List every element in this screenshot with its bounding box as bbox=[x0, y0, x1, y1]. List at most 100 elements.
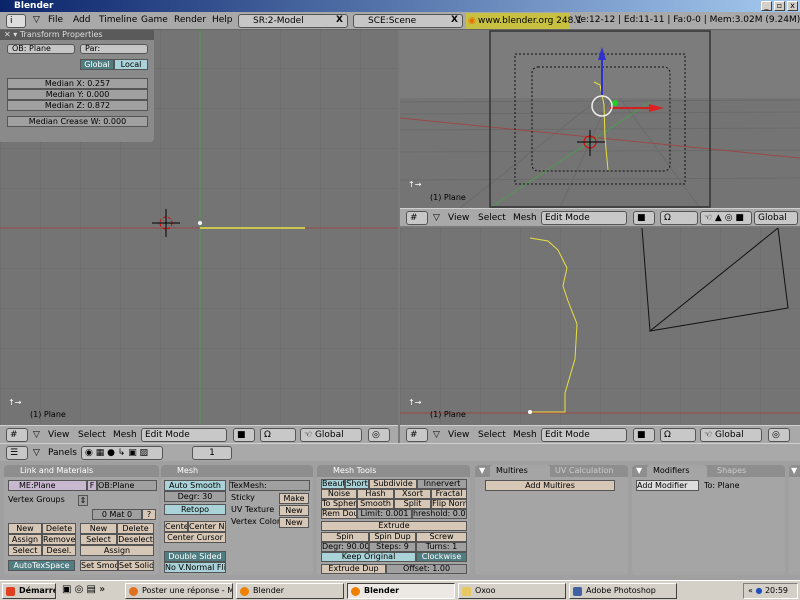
material-assign-button[interactable]: Assign bbox=[80, 545, 154, 556]
editor-type-icon[interactable]: # bbox=[6, 428, 28, 442]
panel-title[interactable]: Mesh bbox=[161, 465, 313, 477]
draw-type-icon[interactable]: ■ bbox=[233, 428, 255, 442]
vgroup-delete-button[interactable]: Delete bbox=[42, 523, 76, 534]
clockwise-toggle[interactable]: Clockwise bbox=[416, 552, 467, 562]
xsort-button[interactable]: Xsort bbox=[394, 489, 431, 499]
mode-select[interactable]: Edit Mode bbox=[541, 211, 627, 225]
material-index-field[interactable]: 0 Mat 0 bbox=[92, 509, 142, 520]
add-multires-button[interactable]: Add Multires bbox=[485, 480, 615, 491]
collapse-icon[interactable]: ▽ bbox=[433, 430, 440, 440]
close-icon[interactable]: ✕ ▾ bbox=[4, 30, 20, 39]
beauty-toggle[interactable]: Beauty bbox=[321, 479, 345, 489]
vertex-color-new-button[interactable]: New bbox=[279, 517, 309, 528]
median-x-field[interactable]: Median X: 0.257 bbox=[7, 78, 148, 89]
autotexspace-toggle[interactable]: AutoTexSpace bbox=[8, 560, 75, 571]
frame-field[interactable]: 1 bbox=[192, 446, 232, 460]
extrude-dup-button[interactable]: Extrude Dup bbox=[321, 564, 386, 574]
spin-dup-button[interactable]: Spin Dup bbox=[369, 532, 416, 542]
fractal-button[interactable]: Fractal bbox=[431, 489, 467, 499]
menu-mesh[interactable]: Mesh bbox=[513, 430, 537, 440]
vgroup-remove-button[interactable]: Remove bbox=[42, 534, 76, 545]
menu-help[interactable]: Help bbox=[212, 15, 233, 25]
menu-view[interactable]: View bbox=[48, 430, 69, 440]
tab-multires[interactable]: Multires bbox=[490, 465, 550, 477]
collapse-icon[interactable]: ▽ bbox=[33, 430, 40, 440]
close-button[interactable]: x bbox=[787, 1, 798, 11]
menu-view[interactable]: View bbox=[448, 213, 469, 223]
mode-select[interactable]: Edit Mode bbox=[141, 428, 227, 442]
tab-shapes[interactable]: Shapes bbox=[717, 465, 746, 477]
material-delete-button[interactable]: Delete bbox=[117, 523, 154, 534]
editor-type-icon[interactable]: # bbox=[406, 428, 428, 442]
set-smooth-button[interactable]: Set Smoot bbox=[80, 560, 118, 571]
collapse-icon[interactable]: ▼ bbox=[636, 465, 642, 477]
panels-label[interactable]: Panels bbox=[48, 448, 77, 458]
median-z-field[interactable]: Median Z: 0.872 bbox=[7, 100, 148, 111]
collapse-icon[interactable]: ▽ bbox=[33, 448, 40, 458]
material-deselect-button[interactable]: Deselect bbox=[117, 534, 154, 545]
collapse-icon[interactable]: ▽ bbox=[433, 213, 440, 223]
offset-field[interactable]: Offset: 1.00 bbox=[386, 564, 467, 574]
menu-add[interactable]: Add bbox=[73, 15, 90, 25]
tab-uv-calculation[interactable]: UV Calculation bbox=[555, 465, 614, 477]
limit-field[interactable]: Limit: 0.001 bbox=[357, 509, 412, 519]
proportional-edit-icon[interactable]: ◎ bbox=[368, 428, 390, 442]
vertex-group-menu[interactable]: ⇕ bbox=[78, 495, 88, 506]
task-firefox[interactable]: Poster une réponse - Mo... bbox=[125, 583, 233, 599]
add-modifier-button[interactable]: Add Modifier bbox=[636, 480, 699, 491]
threshold-field[interactable]: hreshold: 0.010 bbox=[412, 509, 467, 519]
screen-delete-button[interactable]: X bbox=[336, 15, 343, 25]
sticky-make-button[interactable]: Make bbox=[279, 493, 309, 504]
retopo-toggle[interactable]: Retopo bbox=[164, 504, 226, 515]
remove-doubles-button[interactable]: Rem Doub bbox=[321, 509, 357, 519]
parent-field[interactable]: Par: bbox=[80, 44, 148, 54]
panel-title[interactable]: Mesh Tools bbox=[317, 465, 470, 477]
editor-type-icon[interactable]: # bbox=[406, 211, 428, 225]
menu-file[interactable]: File bbox=[48, 15, 63, 25]
extrude-button[interactable]: Extrude bbox=[321, 521, 467, 531]
median-crease-field[interactable]: Median Crease W: 0.000 bbox=[7, 116, 148, 127]
noise-button[interactable]: Noise bbox=[321, 489, 357, 499]
centre-button[interactable]: Cente bbox=[164, 521, 188, 532]
task-blender-1[interactable]: Blender bbox=[236, 583, 344, 599]
panel-title[interactable]: Link and Materials bbox=[4, 465, 159, 477]
tab-modifiers[interactable]: Modifiers bbox=[647, 465, 707, 477]
draw-type-icon[interactable]: ■ bbox=[633, 428, 655, 442]
texmesh-field[interactable]: TexMesh: bbox=[229, 480, 310, 491]
screw-button[interactable]: Screw bbox=[416, 532, 467, 542]
object-name-field[interactable]: OB:Plane bbox=[97, 480, 157, 491]
task-photoshop[interactable]: Adobe Photoshop bbox=[569, 583, 677, 599]
turns-field[interactable]: Turns: 1 bbox=[416, 542, 467, 552]
editor-type-icon[interactable]: i bbox=[6, 14, 26, 28]
vgroup-select-button[interactable]: Select bbox=[8, 545, 42, 556]
hash-button[interactable]: Hash bbox=[357, 489, 394, 499]
set-solid-button[interactable]: Set Solid bbox=[118, 560, 154, 571]
editor-type-icon[interactable]: ☰ bbox=[6, 446, 28, 460]
fake-user-button[interactable]: F bbox=[87, 480, 97, 491]
mesh-name-field[interactable]: ME:Plane bbox=[8, 480, 87, 491]
task-oxoo[interactable]: Oxoo bbox=[458, 583, 566, 599]
steps-field[interactable]: Steps: 9 bbox=[369, 542, 416, 552]
pivot-icon[interactable]: Ω bbox=[660, 211, 698, 225]
panel-header[interactable]: ✕ ▾ Transform Properties bbox=[0, 30, 154, 40]
object-name-field[interactable]: OB: Plane bbox=[7, 44, 75, 54]
context-icons[interactable]: ◉ ▦ ● ↳ ▣ ▨ bbox=[81, 446, 163, 460]
short-toggle[interactable]: Short bbox=[345, 479, 369, 489]
tray-icon[interactable]: ● bbox=[755, 586, 762, 595]
material-help-button[interactable]: ? bbox=[142, 509, 156, 520]
draw-type-icon[interactable]: ■ bbox=[633, 211, 655, 225]
viewport-camera[interactable]: ↑→ (1) Plane bbox=[400, 30, 800, 208]
orientation-select[interactable]: ☜ Global bbox=[300, 428, 362, 442]
menu-mesh[interactable]: Mesh bbox=[513, 213, 537, 223]
menu-select[interactable]: Select bbox=[78, 430, 106, 440]
centre-new-button[interactable]: Center Ne bbox=[188, 521, 226, 532]
to-sphere-button[interactable]: To Sphere bbox=[321, 499, 357, 509]
subdivide-button[interactable]: Subdivide bbox=[369, 479, 417, 489]
menu-select[interactable]: Select bbox=[478, 430, 506, 440]
viewport-side[interactable]: ↑→ (1) Plane bbox=[400, 228, 800, 425]
orientation-select[interactable]: Global bbox=[754, 211, 798, 225]
screen-select[interactable]: SR:2-Model bbox=[238, 14, 348, 28]
innervert-select[interactable]: Innervert bbox=[417, 479, 467, 489]
website-link[interactable]: ◉ www.blender.org 248.1 bbox=[466, 13, 582, 29]
auto-smooth-toggle[interactable]: Auto Smooth bbox=[164, 480, 226, 491]
